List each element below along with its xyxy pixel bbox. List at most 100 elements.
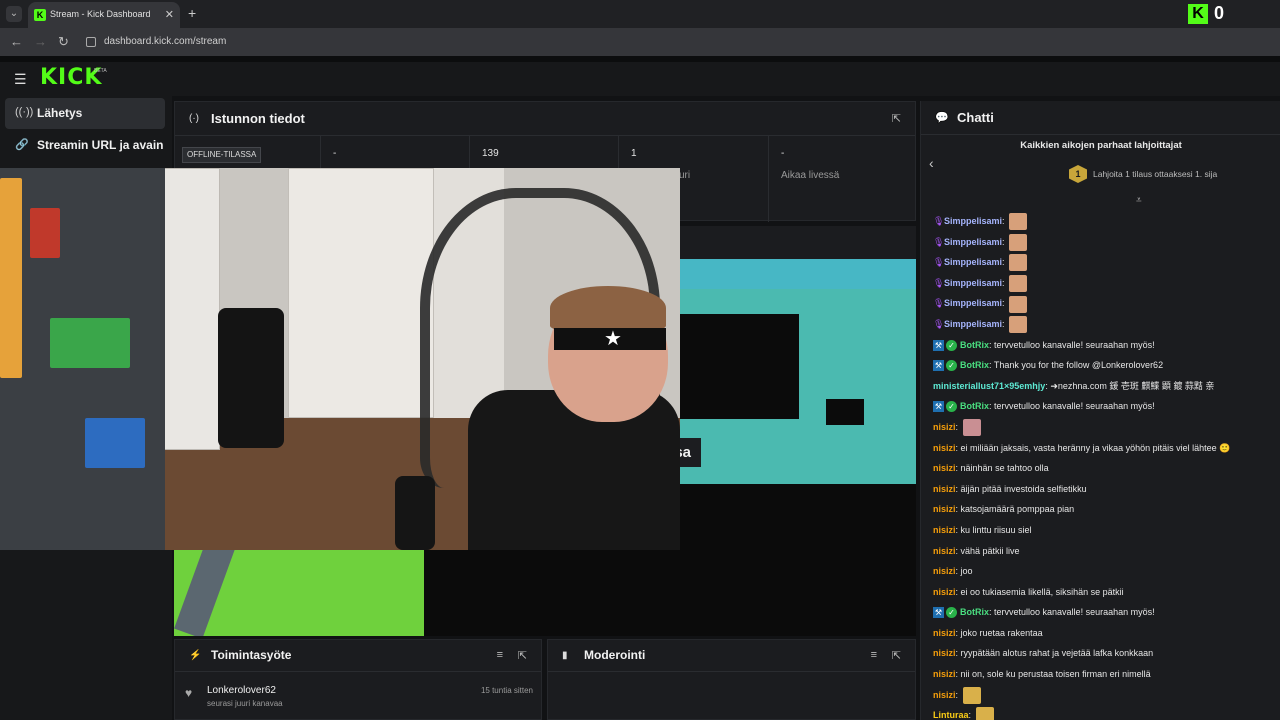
panel-title: Toimintasyöte: [211, 648, 292, 662]
expand-icon[interactable]: ⇱: [892, 112, 901, 125]
chat-message: ministeriallust71×95emhjy: ➜nezhna.com 鍰…: [921, 376, 1280, 397]
microphone-badge-icon: 🎙: [933, 318, 945, 329]
chat-username[interactable]: Simppelisami: [944, 237, 1002, 247]
webcam-person-hair: [550, 286, 666, 330]
webcam-overlay: ★: [0, 168, 680, 550]
filter-icon[interactable]: ≡: [497, 649, 503, 661]
url-field[interactable]: dashboard.kick.com/stream: [104, 36, 226, 47]
chat-username[interactable]: nisizi: [933, 546, 956, 556]
chat-username[interactable]: BotRix: [960, 401, 989, 411]
chat-message: nisizi: näinhän se tahtoo olla: [921, 458, 1280, 479]
chat-username[interactable]: nisizi: [933, 628, 956, 638]
chat-message: nisizi: äijän pitää investoida selfietik…: [921, 479, 1280, 500]
panel-header: ▮ Moderointi ≡ ⇱: [548, 640, 915, 672]
emote-icon: [1009, 213, 1028, 231]
filter-icon[interactable]: ≡: [871, 649, 877, 661]
expand-icon[interactable]: ⇱: [892, 649, 901, 662]
chat-separator: :: [1002, 216, 1008, 226]
sidebar-item-stream-url[interactable]: 🔗 Streamin URL ja avain: [5, 130, 165, 161]
chat-username[interactable]: Simppelisami: [944, 257, 1002, 267]
emote-icon: [962, 686, 981, 704]
kick-extension-count: 0: [1214, 3, 1225, 23]
chat-text: ku linttu riisuu siel: [960, 524, 1032, 535]
webcam-microphone: [395, 476, 435, 550]
close-icon[interactable]: ✕: [165, 8, 174, 21]
panel-title: Moderointi: [584, 648, 646, 662]
chat-username[interactable]: nisizi: [933, 484, 956, 494]
feed-timestamp: 15 tuntia sitten: [480, 686, 533, 695]
chat-text: katsojamäärä pomppaa pian: [960, 504, 1075, 515]
kick-dashboard-window: ⌄ K Stream - Kick Dashboard ✕ + K 0 ← → …: [0, 0, 1280, 720]
feed-username[interactable]: Lonkerolover62: [207, 685, 276, 696]
chat-text: ei oo tukiasemia likellä, siksihän se pä…: [960, 586, 1124, 597]
stat-value: 1: [631, 148, 637, 159]
chat-username[interactable]: nisizi: [933, 669, 956, 679]
shelf-object: [0, 178, 22, 378]
chat-username[interactable]: BotRix: [960, 360, 989, 370]
moderation-panel: ▮ Moderointi ≡ ⇱: [547, 639, 916, 720]
chat-separator: :: [968, 710, 974, 720]
chat-username[interactable]: Simppelisami: [944, 298, 1002, 308]
chat-text: ei miliään jaksais, vasta herännу ja vik…: [960, 442, 1231, 453]
chat-text: vähä pätkii live: [960, 545, 1020, 556]
heart-icon: ♥: [185, 686, 193, 700]
star-icon: ★: [604, 328, 622, 350]
chat-username[interactable]: Linturaa: [933, 710, 969, 720]
forward-arrow-icon[interactable]: →: [34, 34, 47, 49]
chat-username[interactable]: nisizi: [933, 690, 956, 700]
chat-username[interactable]: ministeriallust71×95emhjy: [933, 381, 1045, 391]
stat-label: uri: [679, 170, 691, 181]
chat-text: nii on, sole ku perustaa toisen firman e…: [960, 669, 1151, 680]
chevron-down-icon[interactable]: ⌄: [6, 6, 22, 22]
hamburger-menu-icon[interactable]: ☰: [14, 71, 27, 88]
webcam-speaker: [218, 308, 284, 448]
moderator-badge-icon: ⚒: [933, 360, 944, 372]
chat-text: ➜nezhna.com 鍰 壱斑 麒鰈 顕 鍍 蒜黠 亲: [1050, 380, 1215, 391]
panel-header: 💬 Chatti: [921, 101, 1280, 135]
chat-message: nisizi:: [921, 685, 1280, 706]
chat-message: 🎙Simppelisami:: [921, 314, 1280, 335]
microphone-badge-icon: 🎙: [933, 236, 945, 247]
chat-bubble-icon: 💬: [935, 112, 949, 124]
browser-tab-bar: ⌄ K Stream - Kick Dashboard ✕ + K 0: [0, 0, 1280, 28]
sidebar-item-broadcast[interactable]: ((·)) Lähetys: [5, 98, 165, 129]
chat-username[interactable]: nisizi: [933, 648, 956, 658]
chat-username[interactable]: Simppelisami: [944, 216, 1002, 226]
browser-tab[interactable]: K Stream - Kick Dashboard ✕: [28, 2, 180, 28]
collapse-icon[interactable]: ⩡: [1136, 195, 1142, 206]
microphone-badge-icon: 🎙: [933, 216, 945, 226]
sidebar-item-label: Lähetys: [37, 106, 83, 120]
chat-message: nisizi: joo: [921, 561, 1280, 582]
banner-letter: [679, 314, 799, 419]
webcam-shelf: [0, 168, 165, 550]
chat-username[interactable]: nisizi: [933, 587, 956, 597]
chevron-left-icon[interactable]: ‹: [929, 155, 934, 171]
chat-username[interactable]: nisizi: [933, 422, 956, 432]
chat-username[interactable]: Simppelisami: [944, 319, 1002, 329]
reload-icon[interactable]: ↻: [58, 34, 69, 50]
chat-username[interactable]: nisizi: [933, 566, 956, 576]
back-arrow-icon[interactable]: ←: [10, 34, 23, 49]
chat-message: nisizi: katsojamäärä pomppaa pian: [921, 499, 1280, 520]
chat-username[interactable]: nisizi: [933, 504, 956, 514]
kick-extension-icon[interactable]: K: [1188, 4, 1208, 24]
chat-username[interactable]: Simppelisami: [944, 278, 1002, 288]
chat-username[interactable]: nisizi: [933, 463, 956, 473]
chat-text: Thank you for the follow @Lonkerolover62: [993, 360, 1164, 371]
new-tab-button[interactable]: +: [188, 5, 196, 21]
gifters-text: Lahjoita 1 tilaus ottaaksesi 1. sija: [1093, 169, 1218, 179]
chat-username[interactable]: nisizi: [933, 525, 956, 535]
chat-username[interactable]: BotRix: [960, 607, 989, 617]
chat-username[interactable]: nisizi: [933, 443, 956, 453]
expand-icon[interactable]: ⇱: [518, 649, 527, 662]
chat-message: nisizi: ku linttu riisuu siel: [921, 520, 1280, 541]
chat-username[interactable]: BotRix: [960, 340, 989, 350]
stat-label: Aikaa livessä: [781, 170, 840, 181]
banner-letter: [424, 549, 679, 636]
chat-message: ⚒ ✓ BotRix: tervvetulloo kanavalle! seuraa…: [921, 602, 1280, 623]
emote-icon: [975, 707, 994, 720]
chat-message: nisizi: ryypätään alotus rahat ja vejetä…: [921, 643, 1280, 664]
link-icon: 🔗: [15, 139, 29, 151]
status-badge: OFFLINE-TILASSA: [182, 147, 262, 163]
site-info-icon[interactable]: [86, 37, 96, 47]
